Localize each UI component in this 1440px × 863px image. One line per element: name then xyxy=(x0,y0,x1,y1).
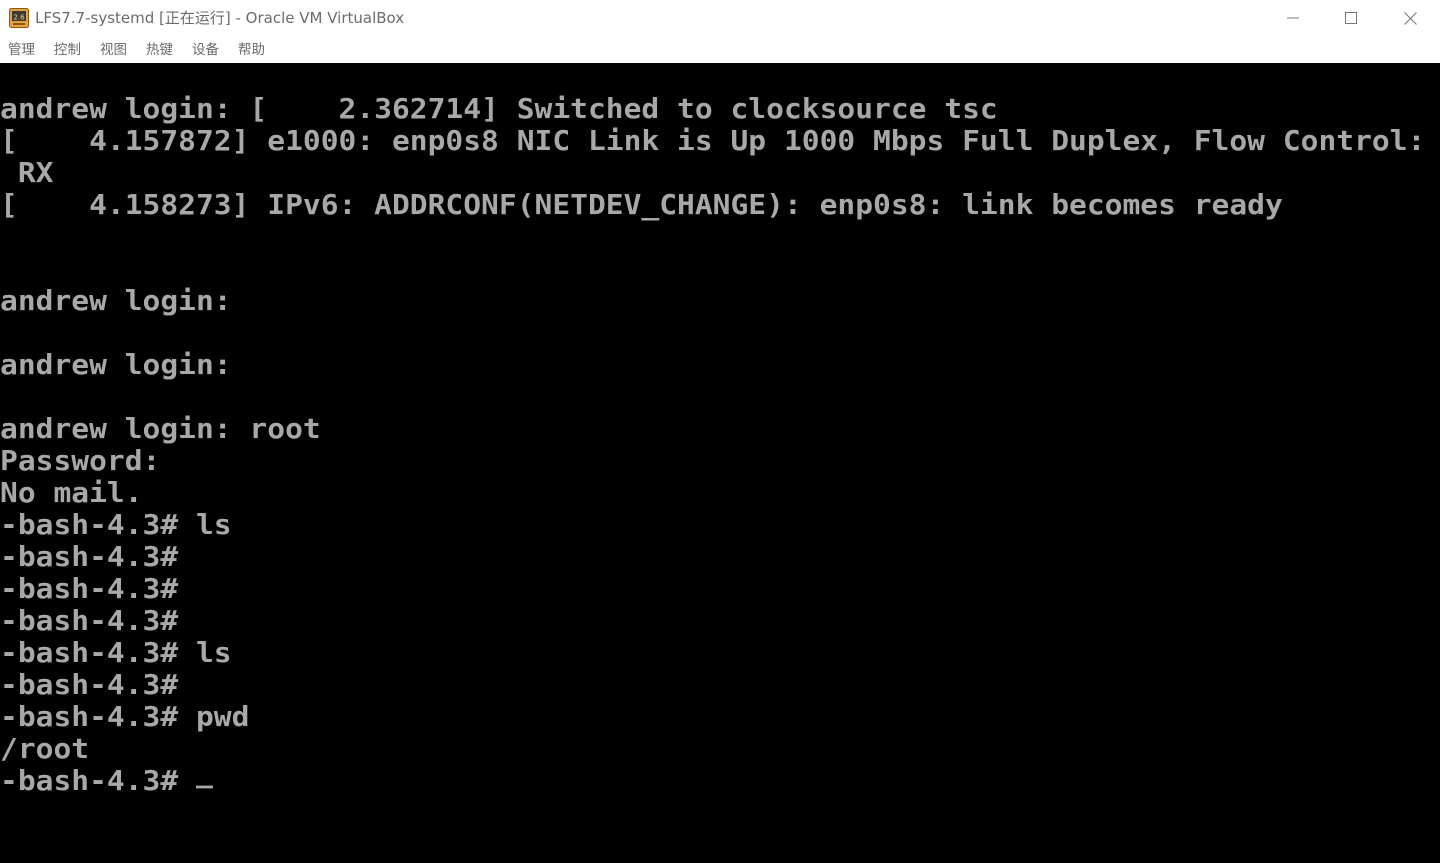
title-bar[interactable]: 2.6 LFS7.7-systemd [正在运行] - Oracle VM Vi… xyxy=(0,0,1440,36)
console-line: andrew login: xyxy=(0,349,232,381)
maximize-icon xyxy=(1345,12,1357,24)
menu-item-hotkeys[interactable]: 热键 xyxy=(146,41,173,59)
minimize-icon xyxy=(1287,17,1299,19)
close-icon xyxy=(1403,11,1417,25)
close-button[interactable] xyxy=(1381,0,1439,36)
console-line: andrew login: xyxy=(0,285,232,317)
console-line: [ 4.158273] IPv6: ADDRCONF(NETDEV_CHANGE… xyxy=(0,189,1283,221)
vm-console-screen[interactable]: andrew login: [ 2.362714] Switched to cl… xyxy=(0,63,1440,863)
menu-item-devices[interactable]: 设备 xyxy=(192,41,219,59)
console-line: [ 4.157872] e1000: enp0s8 NIC Link is Up… xyxy=(0,125,1426,157)
menu-item-view[interactable]: 视图 xyxy=(100,41,127,59)
console-line: -bash-4.3# xyxy=(0,541,179,573)
menu-bar: 管理 控制 视图 热键 设备 帮助 xyxy=(0,36,1440,63)
console-line: andrew login: root xyxy=(0,413,321,445)
minimize-button[interactable] xyxy=(1264,0,1322,36)
console-line: -bash-4.3# xyxy=(0,669,179,701)
menu-item-control[interactable]: 控制 xyxy=(54,41,81,59)
console-line: -bash-4.3# pwd xyxy=(0,701,250,733)
console-line: -bash-4.3# xyxy=(0,605,179,637)
console-line: RX xyxy=(0,157,54,189)
console-prompt-line: -bash-4.3# xyxy=(0,765,213,797)
menu-item-help[interactable]: 帮助 xyxy=(238,41,265,59)
console-line: No mail. xyxy=(0,477,143,509)
virtualbox-vm-icon: 2.6 xyxy=(9,8,29,28)
console-line: /root xyxy=(0,733,90,765)
maximize-button[interactable] xyxy=(1322,0,1380,36)
console-line: -bash-4.3# ls xyxy=(0,637,232,669)
console-line: -bash-4.3# xyxy=(0,573,179,605)
console-prompt: -bash-4.3# xyxy=(0,765,196,797)
console-line: andrew login: [ 2.362714] Switched to cl… xyxy=(0,93,998,125)
window-title: LFS7.7-systemd [正在运行] - Oracle VM Virtua… xyxy=(35,9,405,27)
menu-item-manage[interactable]: 管理 xyxy=(8,41,35,59)
text-cursor xyxy=(196,785,213,789)
console-line: -bash-4.3# ls xyxy=(0,509,232,541)
console-line: Password: xyxy=(0,445,161,477)
app-icon-label: 2.6 xyxy=(13,14,25,22)
